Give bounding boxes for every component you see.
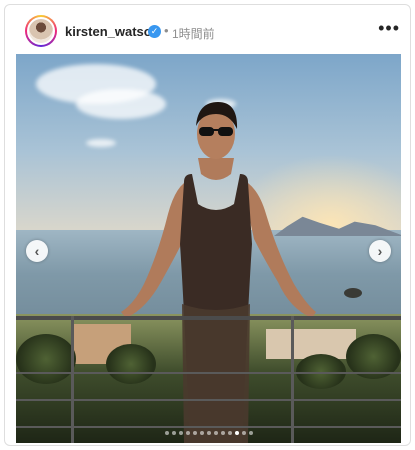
carousel-dot <box>220 431 225 435</box>
balcony-post <box>291 316 294 443</box>
carousel-dot <box>199 431 204 435</box>
carousel-dot <box>227 431 232 435</box>
username-link[interactable]: kirsten_watson <box>65 24 160 39</box>
next-slide-button[interactable]: › <box>369 240 391 262</box>
carousel-dot <box>241 431 246 435</box>
carousel-dot <box>192 431 197 435</box>
more-options-icon[interactable]: ••• <box>378 19 400 37</box>
carousel-dot <box>178 431 183 435</box>
post-photo[interactable]: ‹ › <box>16 54 401 443</box>
avatar-image <box>27 17 55 45</box>
carousel-dot <box>234 431 239 435</box>
separator-dot: • <box>164 23 169 38</box>
balcony-post <box>71 316 74 443</box>
avatar[interactable] <box>25 15 57 47</box>
carousel-dot <box>213 431 218 435</box>
post-timestamp[interactable]: 1時間前 <box>172 25 215 42</box>
carousel-dot <box>248 431 253 435</box>
carousel-dot <box>206 431 211 435</box>
post-header: kirsten_watson ✓ • 1時間前 ••• <box>5 5 410 51</box>
carousel-dot <box>185 431 190 435</box>
post-card: kirsten_watson ✓ • 1時間前 ••• ‹ › <box>4 4 411 446</box>
verified-badge-icon: ✓ <box>148 25 161 38</box>
carousel-indicator <box>16 429 401 435</box>
previous-slide-button[interactable]: ‹ <box>26 240 48 262</box>
carousel-dot <box>171 431 176 435</box>
carousel-dot <box>164 431 169 435</box>
